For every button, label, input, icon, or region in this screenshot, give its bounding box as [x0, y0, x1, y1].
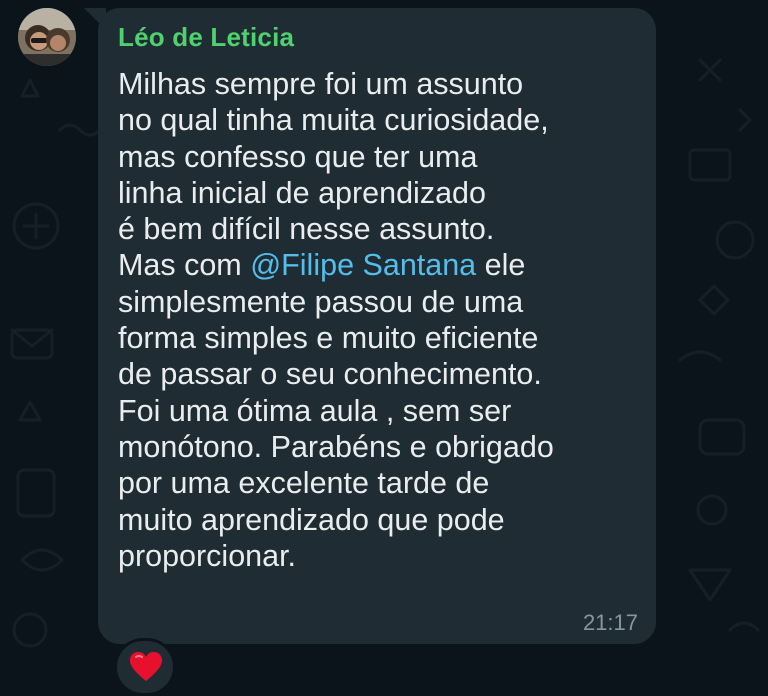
message-line: no qual tinha muita curiosidade,: [118, 103, 549, 138]
mention-prefix: Mas com: [118, 248, 251, 283]
message-line: monótono. Parabéns e obrigado: [118, 429, 554, 464]
message-line: proporcionar.: [118, 538, 297, 573]
avatar-photo: [18, 8, 76, 66]
message-line: por uma excelente tarde de: [118, 466, 490, 501]
message-line: Milhas sempre foi um assunto: [118, 67, 524, 101]
message-line: de passar o seu conhecimento.: [118, 357, 542, 392]
avatar[interactable]: [18, 8, 76, 66]
message-line-mention: Mas com @Filipe Santana ele: [118, 247, 638, 283]
message-bubble[interactable]: Léo de Leticia Milhas sempre foi um assu…: [98, 8, 656, 644]
sender-name[interactable]: Léo de Leticia: [118, 22, 294, 53]
mention-suffix: ele: [476, 248, 526, 283]
message-text: Milhas sempre foi um assunto no qual tin…: [118, 66, 638, 574]
message-timestamp: 21:17: [582, 610, 638, 635]
message-line: forma simples e muito eficiente: [118, 321, 539, 356]
message-line: simplesmente passou de uma: [118, 284, 524, 319]
reaction-badge[interactable]: [114, 638, 176, 696]
message-line: linha inicial de aprendizado: [118, 175, 486, 210]
message-line: é bem difícil nesse assunto.: [118, 212, 495, 247]
message-line: mas confesso que ter uma: [118, 139, 478, 174]
message-line: muito aprendizado que pode: [118, 502, 505, 537]
red-heart-icon: [130, 652, 162, 681]
message-line: Foi uma ótima aula , sem ser: [118, 393, 512, 428]
mention-link[interactable]: @Filipe Santana: [250, 248, 476, 282]
